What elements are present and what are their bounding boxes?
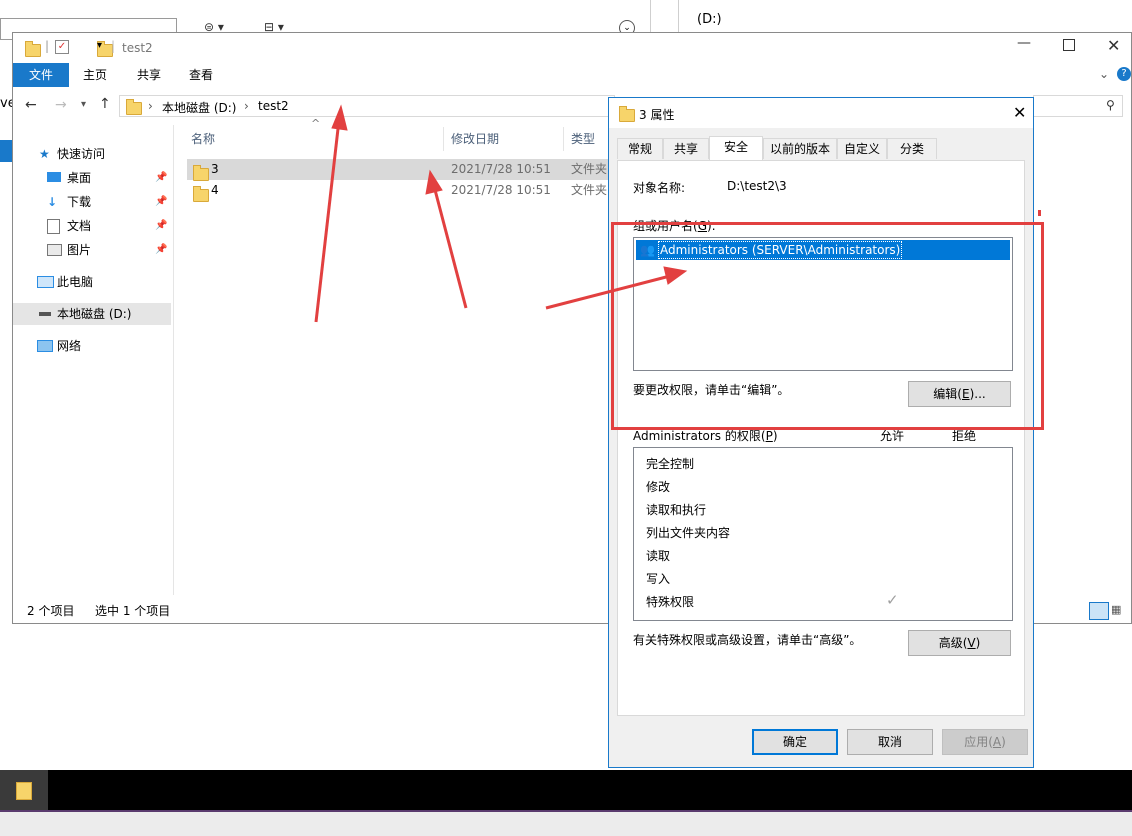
annotation-arrows	[314, 104, 688, 323]
annotation-arrow	[314, 104, 348, 323]
annotation-arrow	[425, 169, 468, 309]
annotation-arrow	[545, 266, 688, 310]
